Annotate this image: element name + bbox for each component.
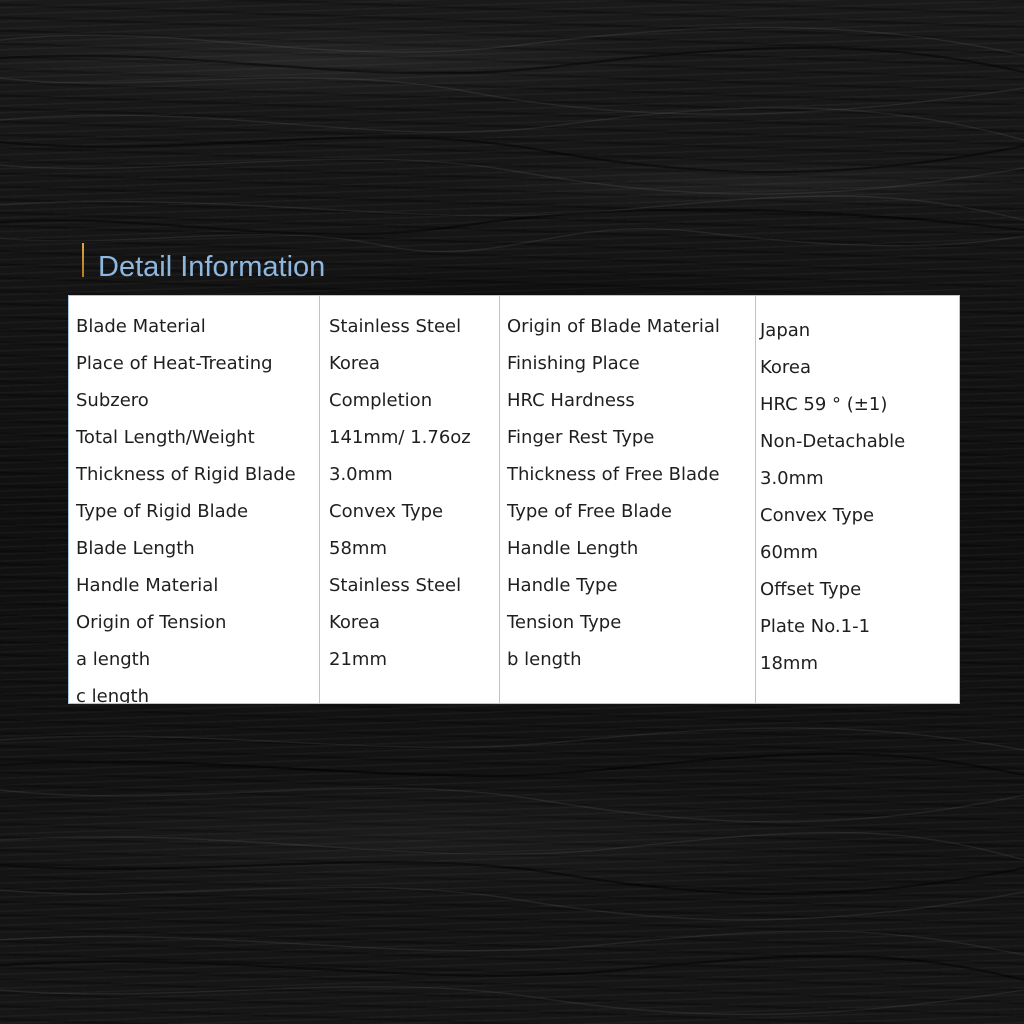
spec-label: Type of Free Blade — [507, 501, 672, 522]
spec-label: Place of Heat-Treating — [76, 353, 273, 374]
spec-value: Plate No.1-1 — [760, 616, 871, 637]
spec-label: Tension Type — [507, 612, 622, 633]
spec-label: HRC Hardness — [507, 390, 635, 411]
spec-label: Total Length/Weight — [76, 427, 255, 448]
spec-label: c length — [76, 686, 149, 704]
page-title: Detail Information — [98, 250, 326, 283]
spec-value: Stainless Steel — [329, 316, 462, 337]
title-accent-marker — [82, 243, 84, 277]
spec-label: Thickness of Rigid Blade — [76, 464, 296, 485]
spec-value: 60mm — [760, 542, 818, 563]
spec-value: Completion — [329, 390, 433, 411]
spec-value: 141mm/ 1.76oz — [329, 427, 471, 448]
spec-column-labels-right: Origin of Blade Material Finishing Place… — [500, 296, 756, 703]
spec-label: Origin of Tension — [76, 612, 227, 633]
spec-value: 3.0mm — [329, 464, 393, 485]
spec-table: Blade Material Place of Heat-Treating Su… — [68, 295, 960, 704]
spec-value: Non-Detachable — [760, 431, 906, 452]
spec-value: 21mm — [329, 649, 387, 670]
spec-value: HRC 59 ° (±1) — [760, 394, 888, 415]
spec-label: Thickness of Free Blade — [507, 464, 720, 485]
spec-label: Type of Rigid Blade — [76, 501, 249, 522]
spec-column-values-left: Stainless Steel Korea Completion 141mm/ … — [320, 296, 500, 703]
spec-value: 3.0mm — [760, 468, 824, 489]
spec-value: Convex Type — [760, 505, 875, 526]
spec-label: b length — [507, 649, 582, 670]
spec-value: 58mm — [329, 538, 387, 559]
spec-value: Convex Type — [329, 501, 444, 522]
spec-value: Stainless Steel — [329, 575, 462, 596]
spec-label: Finger Rest Type — [507, 427, 655, 448]
spec-label: Handle Length — [507, 538, 639, 559]
spec-label: Handle Material — [76, 575, 219, 596]
spec-value: Korea — [329, 353, 381, 374]
spec-label: Handle Type — [507, 575, 618, 596]
spec-value: Korea — [760, 357, 812, 378]
spec-label: Blade Length — [76, 538, 195, 559]
section-header: Detail Information — [82, 243, 326, 284]
spec-column-values-right: Japan Korea HRC 59 ° (±1) Non-Detachable… — [756, 296, 959, 703]
spec-value: 18mm — [760, 653, 818, 674]
spec-label: Finishing Place — [507, 353, 640, 374]
spec-value: Japan — [760, 320, 811, 341]
spec-value: Korea — [329, 612, 381, 633]
spec-label: Subzero — [76, 390, 149, 411]
spec-label: Blade Material — [76, 316, 206, 337]
spec-label: Origin of Blade Material — [507, 316, 720, 337]
spec-value: Offset Type — [760, 579, 862, 600]
spec-label: a length — [76, 649, 151, 670]
spec-column-labels-left: Blade Material Place of Heat-Treating Su… — [69, 296, 320, 703]
